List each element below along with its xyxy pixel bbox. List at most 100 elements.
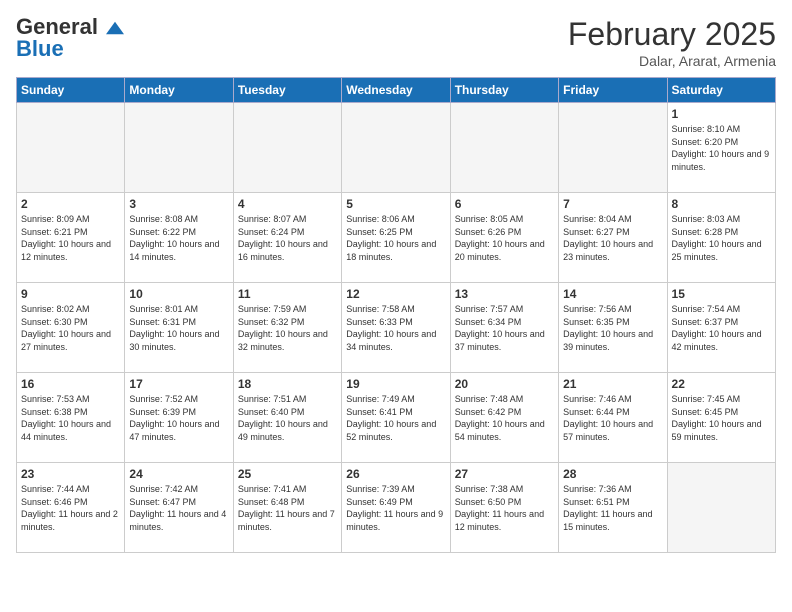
day-info: Sunrise: 8:10 AMSunset: 6:20 PMDaylight:… bbox=[672, 123, 771, 173]
day-info: Sunrise: 7:51 AMSunset: 6:40 PMDaylight:… bbox=[238, 393, 337, 443]
day-number: 3 bbox=[129, 197, 228, 211]
day-cell bbox=[342, 103, 450, 193]
day-cell bbox=[667, 463, 775, 553]
page-header: General Blue February 2025 Dalar, Ararat… bbox=[16, 16, 776, 69]
day-cell bbox=[125, 103, 233, 193]
day-info: Sunrise: 8:03 AMSunset: 6:28 PMDaylight:… bbox=[672, 213, 771, 263]
day-number: 27 bbox=[455, 467, 554, 481]
day-info: Sunrise: 8:05 AMSunset: 6:26 PMDaylight:… bbox=[455, 213, 554, 263]
day-cell: 3 Sunrise: 8:08 AMSunset: 6:22 PMDaylight… bbox=[125, 193, 233, 283]
logo-text: General bbox=[16, 16, 124, 38]
day-number: 9 bbox=[21, 287, 120, 301]
day-info: Sunrise: 7:53 AMSunset: 6:38 PMDaylight:… bbox=[21, 393, 120, 443]
day-number: 4 bbox=[238, 197, 337, 211]
day-cell: 15Sunrise: 7:54 AMSunset: 6:37 PMDayligh… bbox=[667, 283, 775, 373]
calendar-table: SundayMondayTuesdayWednesdayThursdayFrid… bbox=[16, 77, 776, 553]
column-header-sunday: Sunday bbox=[17, 78, 125, 103]
day-number: 20 bbox=[455, 377, 554, 391]
day-number: 8 bbox=[672, 197, 771, 211]
day-info: Sunrise: 7:41 AMSunset: 6:48 PMDaylight:… bbox=[238, 483, 337, 533]
day-cell: 10 Sunrise: 8:01 AMSunset: 6:31 PMDayligh… bbox=[125, 283, 233, 373]
day-number: 18 bbox=[238, 377, 337, 391]
day-info: Sunrise: 8:08 AMSunset: 6:22 PMDaylight:… bbox=[129, 213, 228, 263]
header-row: SundayMondayTuesdayWednesdayThursdayFrid… bbox=[17, 78, 776, 103]
week-row-5: 23Sunrise: 7:44 AMSunset: 6:46 PMDayligh… bbox=[17, 463, 776, 553]
day-cell: 9Sunrise: 8:02 AMSunset: 6:30 PMDaylight… bbox=[17, 283, 125, 373]
day-cell: 4 Sunrise: 8:07 AMSunset: 6:24 PMDaylight… bbox=[233, 193, 341, 283]
day-info: Sunrise: 7:59 AMSunset: 6:32 PMDaylight:… bbox=[238, 303, 337, 353]
day-cell: 2 Sunrise: 8:09 AMSunset: 6:21 PMDaylight… bbox=[17, 193, 125, 283]
day-cell: 14 Sunrise: 7:56 AMSunset: 6:35 PMDayligh… bbox=[559, 283, 667, 373]
day-number: 28 bbox=[563, 467, 662, 481]
day-info: Sunrise: 8:01 AMSunset: 6:31 PMDaylight:… bbox=[129, 303, 228, 353]
day-info: Sunrise: 7:56 AMSunset: 6:35 PMDaylight:… bbox=[563, 303, 662, 353]
day-cell bbox=[559, 103, 667, 193]
day-info: Sunrise: 8:06 AMSunset: 6:25 PMDaylight:… bbox=[346, 213, 445, 263]
week-row-1: 1 Sunrise: 8:10 AMSunset: 6:20 PMDaylight… bbox=[17, 103, 776, 193]
day-number: 7 bbox=[563, 197, 662, 211]
day-cell: 11 Sunrise: 7:59 AMSunset: 6:32 PMDayligh… bbox=[233, 283, 341, 373]
day-cell: 19 Sunrise: 7:49 AMSunset: 6:41 PMDayligh… bbox=[342, 373, 450, 463]
column-header-saturday: Saturday bbox=[667, 78, 775, 103]
day-cell bbox=[233, 103, 341, 193]
day-info: Sunrise: 7:48 AMSunset: 6:42 PMDaylight:… bbox=[455, 393, 554, 443]
day-cell: 23Sunrise: 7:44 AMSunset: 6:46 PMDayligh… bbox=[17, 463, 125, 553]
day-cell: 8 Sunrise: 8:03 AMSunset: 6:28 PMDaylight… bbox=[667, 193, 775, 283]
day-cell: 20 Sunrise: 7:48 AMSunset: 6:42 PMDayligh… bbox=[450, 373, 558, 463]
location: Dalar, Ararat, Armenia bbox=[568, 53, 776, 69]
day-info: Sunrise: 8:09 AMSunset: 6:21 PMDaylight:… bbox=[21, 213, 120, 263]
logo-blue: Blue bbox=[16, 38, 64, 60]
day-cell: 28 Sunrise: 7:36 AMSunset: 6:51 PMDayligh… bbox=[559, 463, 667, 553]
day-number: 26 bbox=[346, 467, 445, 481]
day-cell: 24Sunrise: 7:42 AMSunset: 6:47 PMDayligh… bbox=[125, 463, 233, 553]
day-info: Sunrise: 7:45 AMSunset: 6:45 PMDaylight:… bbox=[672, 393, 771, 443]
day-info: Sunrise: 8:07 AMSunset: 6:24 PMDaylight:… bbox=[238, 213, 337, 263]
day-number: 19 bbox=[346, 377, 445, 391]
day-number: 13 bbox=[455, 287, 554, 301]
day-number: 6 bbox=[455, 197, 554, 211]
day-cell: 22 Sunrise: 7:45 AMSunset: 6:45 PMDayligh… bbox=[667, 373, 775, 463]
week-row-2: 2 Sunrise: 8:09 AMSunset: 6:21 PMDaylight… bbox=[17, 193, 776, 283]
column-header-monday: Monday bbox=[125, 78, 233, 103]
day-info: Sunrise: 7:49 AMSunset: 6:41 PMDaylight:… bbox=[346, 393, 445, 443]
day-cell bbox=[450, 103, 558, 193]
day-info: Sunrise: 7:36 AMSunset: 6:51 PMDaylight:… bbox=[563, 483, 662, 533]
column-header-friday: Friday bbox=[559, 78, 667, 103]
column-header-tuesday: Tuesday bbox=[233, 78, 341, 103]
day-number: 17 bbox=[129, 377, 228, 391]
day-cell: 13Sunrise: 7:57 AMSunset: 6:34 PMDayligh… bbox=[450, 283, 558, 373]
week-row-4: 16Sunrise: 7:53 AMSunset: 6:38 PMDayligh… bbox=[17, 373, 776, 463]
day-number: 22 bbox=[672, 377, 771, 391]
day-cell: 25 Sunrise: 7:41 AMSunset: 6:48 PMDayligh… bbox=[233, 463, 341, 553]
day-cell: 6 Sunrise: 8:05 AMSunset: 6:26 PMDaylight… bbox=[450, 193, 558, 283]
day-cell: 17Sunrise: 7:52 AMSunset: 6:39 PMDayligh… bbox=[125, 373, 233, 463]
column-header-wednesday: Wednesday bbox=[342, 78, 450, 103]
week-row-3: 9Sunrise: 8:02 AMSunset: 6:30 PMDaylight… bbox=[17, 283, 776, 373]
day-number: 2 bbox=[21, 197, 120, 211]
day-cell: 21 Sunrise: 7:46 AMSunset: 6:44 PMDayligh… bbox=[559, 373, 667, 463]
day-info: Sunrise: 7:58 AMSunset: 6:33 PMDaylight:… bbox=[346, 303, 445, 353]
day-cell: 1 Sunrise: 8:10 AMSunset: 6:20 PMDaylight… bbox=[667, 103, 775, 193]
day-info: Sunrise: 7:44 AMSunset: 6:46 PMDaylight:… bbox=[21, 483, 120, 533]
day-cell: 5 Sunrise: 8:06 AMSunset: 6:25 PMDaylight… bbox=[342, 193, 450, 283]
day-info: Sunrise: 7:39 AMSunset: 6:49 PMDaylight:… bbox=[346, 483, 445, 533]
day-number: 5 bbox=[346, 197, 445, 211]
day-cell: 26 Sunrise: 7:39 AMSunset: 6:49 PMDayligh… bbox=[342, 463, 450, 553]
logo: General Blue bbox=[16, 16, 124, 60]
day-info: Sunrise: 7:38 AMSunset: 6:50 PMDaylight:… bbox=[455, 483, 554, 533]
month-title: February 2025 bbox=[568, 16, 776, 53]
title-block: February 2025 Dalar, Ararat, Armenia bbox=[568, 16, 776, 69]
day-number: 10 bbox=[129, 287, 228, 301]
day-number: 25 bbox=[238, 467, 337, 481]
day-number: 24 bbox=[129, 467, 228, 481]
day-number: 21 bbox=[563, 377, 662, 391]
day-number: 1 bbox=[672, 107, 771, 121]
day-cell: 27 Sunrise: 7:38 AMSunset: 6:50 PMDayligh… bbox=[450, 463, 558, 553]
day-cell: 7 Sunrise: 8:04 AMSunset: 6:27 PMDaylight… bbox=[559, 193, 667, 283]
day-number: 14 bbox=[563, 287, 662, 301]
day-cell: 18 Sunrise: 7:51 AMSunset: 6:40 PMDayligh… bbox=[233, 373, 341, 463]
day-info: Sunrise: 7:54 AMSunset: 6:37 PMDaylight:… bbox=[672, 303, 771, 353]
day-number: 11 bbox=[238, 287, 337, 301]
day-info: Sunrise: 7:46 AMSunset: 6:44 PMDaylight:… bbox=[563, 393, 662, 443]
day-info: Sunrise: 8:04 AMSunset: 6:27 PMDaylight:… bbox=[563, 213, 662, 263]
